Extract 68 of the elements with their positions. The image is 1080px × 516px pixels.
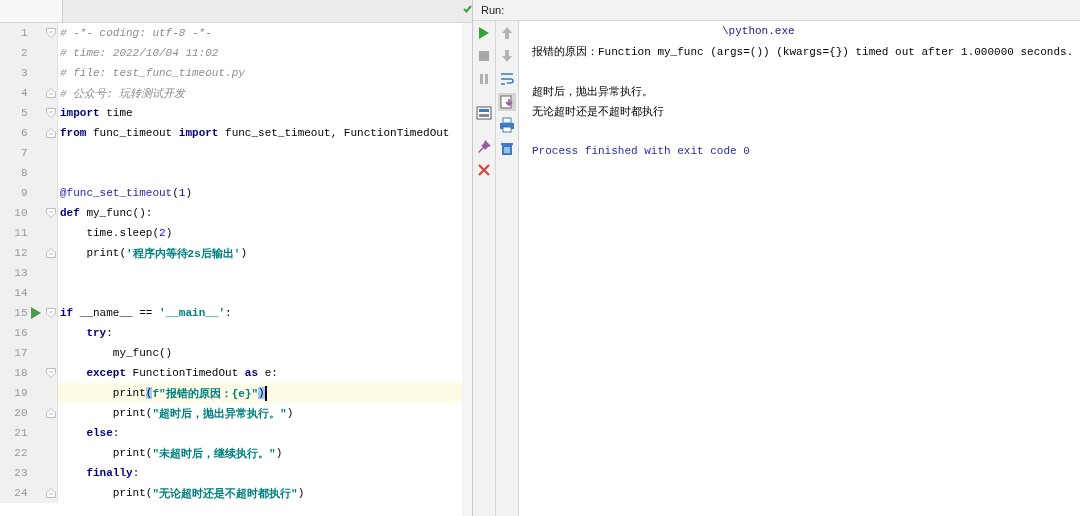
line-number: 1 <box>19 27 28 39</box>
console-line: Process finished with exit code 0 <box>532 145 750 157</box>
code-line: # time: 2022/10/04 11:02 <box>59 47 219 59</box>
line-number: 7 <box>19 147 28 159</box>
text-cursor <box>264 385 267 401</box>
console-line: \python.exe <box>721 25 795 37</box>
line-number: 9 <box>19 187 28 199</box>
line-number: 2 <box>19 47 28 59</box>
fold-icon[interactable] <box>46 368 57 378</box>
code-line: finally: <box>85 467 140 479</box>
fold-icon[interactable] <box>46 88 57 98</box>
console-line: 超时后，抛出异常执行。 <box>532 84 653 99</box>
line-number: 12 <box>13 247 28 259</box>
file-tab[interactable] <box>0 0 63 22</box>
line-number: 15 <box>13 307 28 319</box>
code-line: # 公众号: 玩转测试开发 <box>59 86 186 101</box>
code-line: print('程序内等待2s后输出') <box>85 246 248 261</box>
line-number: 21 <box>13 427 28 439</box>
code-line: print("超时后，抛出异常执行。") <box>111 406 294 421</box>
line-number: 3 <box>19 67 28 79</box>
check-icon <box>462 5 472 13</box>
line-number: 8 <box>19 167 28 179</box>
fold-icon[interactable] <box>46 488 57 498</box>
code-line: else: <box>85 427 120 439</box>
line-number: 18 <box>13 367 28 379</box>
line-number: 17 <box>13 347 28 359</box>
code-line: my_func() <box>111 347 173 359</box>
fold-icon[interactable] <box>46 108 57 118</box>
line-number: 20 <box>13 407 28 419</box>
code-line: print(f"报错的原因：{e}") <box>111 386 265 401</box>
print-icon[interactable] <box>498 116 516 134</box>
console-line: 无论超时还是不超时都执行 <box>532 104 664 119</box>
line-number: 24 <box>13 487 28 499</box>
line-number: 16 <box>13 327 28 339</box>
fold-icon[interactable] <box>46 128 57 138</box>
line-number: 11 <box>13 227 28 239</box>
fold-icon[interactable] <box>46 208 57 218</box>
line-number: 13 <box>13 267 28 279</box>
line-number: 23 <box>13 467 28 479</box>
code-line: if __name__ == '__main__': <box>59 307 232 319</box>
run-icon[interactable] <box>31 307 42 319</box>
code-line: # -*- coding: utf-8 -*- <box>59 27 212 39</box>
code-line: print("未超时后，继续执行。") <box>111 446 283 461</box>
run-label: Run: <box>481 4 505 16</box>
fold-icon[interactable] <box>46 308 57 318</box>
fold-icon[interactable] <box>46 408 57 418</box>
line-number: 22 <box>13 447 28 459</box>
code-line: def my_func(): <box>59 207 153 219</box>
code-line: print("无论超时还是不超时都执行") <box>111 486 305 501</box>
line-number: 10 <box>13 207 28 219</box>
scroll-to-end-icon[interactable] <box>498 93 516 111</box>
soft-wrap-icon[interactable] <box>498 70 516 88</box>
fold-icon[interactable] <box>46 28 57 38</box>
line-number: 19 <box>13 387 28 399</box>
line-number: 5 <box>19 107 28 119</box>
line-number: 14 <box>13 287 28 299</box>
code-line: @func_set_timeout(1) <box>59 187 193 199</box>
code-line: from func_timeout import func_set_timeout, FunctionTimedOut <box>59 127 450 139</box>
fold-icon[interactable] <box>46 248 57 258</box>
code-line: import time <box>59 107 133 119</box>
line-number: 6 <box>19 127 28 139</box>
code-line: time.sleep(2) <box>85 227 173 239</box>
code-line: try: <box>85 327 113 339</box>
code-line: # file: test_func_timeout.py <box>59 67 245 79</box>
layout-icon[interactable] <box>475 104 493 122</box>
code-line: except FunctionTimedOut as e: <box>85 367 278 379</box>
console-line: 报错的原因：Function my_func (args=()) (kwargs={}) timed out after 1.000000 seconds. <box>532 44 1074 59</box>
line-number: 4 <box>19 87 28 99</box>
